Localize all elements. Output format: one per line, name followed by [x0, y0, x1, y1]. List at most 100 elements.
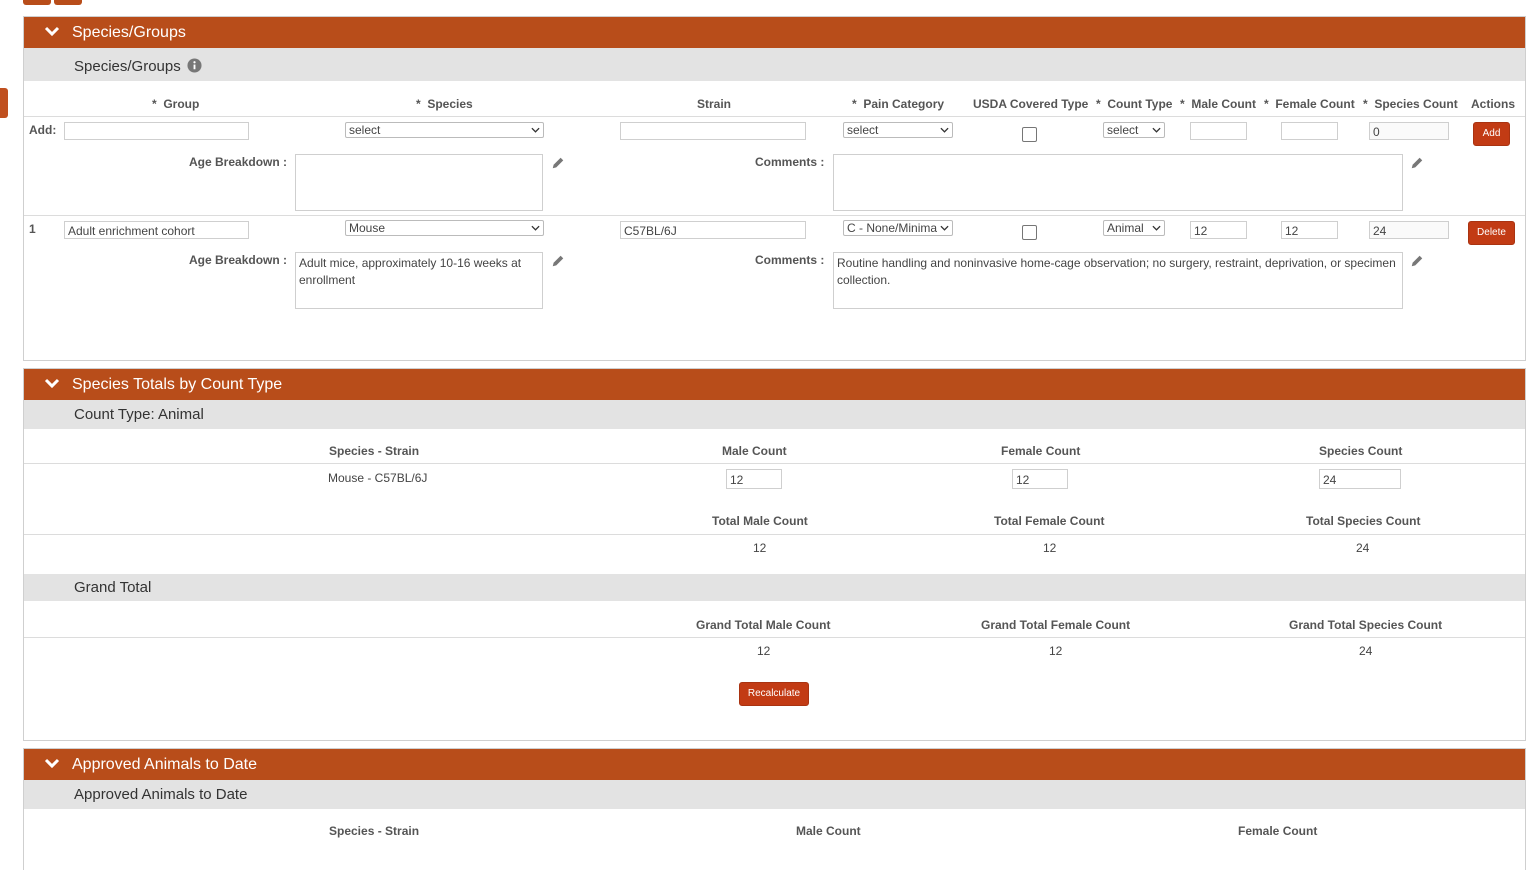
pencil-icon[interactable]: [1410, 254, 1424, 268]
grand-species-value: 24: [1359, 644, 1373, 658]
species-groups-header[interactable]: Species/Groups: [24, 17, 1525, 48]
row-count-type-select[interactable]: Animal: [1103, 220, 1165, 236]
species-count-field: 24: [1319, 469, 1401, 489]
add-strain-input[interactable]: [620, 122, 806, 140]
add-species-select[interactable]: select: [345, 122, 544, 138]
divider: [24, 116, 1525, 117]
add-comments-textarea[interactable]: [833, 154, 1403, 211]
col-species-strain: Species - Strain: [329, 444, 420, 458]
age-breakdown-label: Age Breakdown :: [189, 155, 288, 169]
chevron-down-icon[interactable]: [44, 377, 60, 391]
pencil-icon[interactable]: [1410, 156, 1424, 170]
add-species-count-input[interactable]: 0: [1369, 122, 1449, 140]
row-species-select[interactable]: Mouse: [345, 220, 544, 236]
col-female: Female Count: [1238, 824, 1318, 838]
col-pain-category: * Pain Category: [852, 97, 945, 111]
info-icon[interactable]: [187, 58, 202, 73]
col-male: Male Count: [722, 444, 787, 458]
delete-button[interactable]: Delete: [1468, 221, 1515, 245]
chevron-down-icon: [531, 224, 540, 232]
chevron-down-icon: [940, 126, 949, 134]
row-strain-input[interactable]: C57BL/6J: [620, 221, 806, 239]
subheader-title: Species/Groups: [74, 58, 181, 75]
row-comments-textarea[interactable]: Routine handling and noninvasive home-ca…: [833, 252, 1403, 309]
grand-total-title: Grand Total: [74, 579, 152, 596]
col-count-type: * Count Type: [1096, 97, 1173, 111]
divider: [24, 463, 1525, 464]
row-usda-checkbox[interactable]: [1022, 225, 1037, 240]
approved-animals-header[interactable]: Approved Animals to Date: [24, 749, 1525, 780]
col-group: * Group: [152, 97, 200, 111]
panel-title: Species Totals by Count Type: [72, 376, 283, 393]
row-female-input[interactable]: 12: [1281, 221, 1338, 239]
add-age-textarea[interactable]: [295, 154, 543, 211]
col-actions: Actions: [1471, 97, 1516, 111]
row-pain-select[interactable]: C - None/Minimal: [843, 220, 953, 236]
add-male-input[interactable]: [1190, 122, 1247, 140]
approved-subheader: Approved Animals to Date: [24, 780, 1525, 809]
pencil-icon[interactable]: [551, 254, 565, 268]
col-species-count: Species Count: [1319, 444, 1403, 458]
species-groups-panel: Species/Groups Species/Groups * Group * …: [23, 16, 1526, 361]
col-male: Male Count: [796, 824, 861, 838]
row-age-textarea[interactable]: Adult mice, approximately 10-16 weeks at…: [295, 252, 543, 309]
add-female-input[interactable]: [1281, 122, 1338, 140]
pencil-icon[interactable]: [551, 156, 565, 170]
comments-label: Comments :: [755, 155, 825, 169]
total-male-label: Total Male Count: [712, 514, 808, 528]
grand-male-value: 12: [757, 644, 771, 658]
add-pain-select[interactable]: select: [843, 122, 953, 138]
age-breakdown-label: Age Breakdown :: [189, 253, 288, 267]
col-usda: USDA Covered Type: [973, 97, 1089, 111]
col-species-count: * Species Count: [1363, 97, 1458, 111]
grand-female-label: Grand Total Female Count: [981, 618, 1131, 632]
species-strain-value: Mouse - C57BL/6J: [328, 471, 428, 485]
top-toolbar-button[interactable]: [23, 0, 51, 5]
chevron-down-icon[interactable]: [44, 757, 60, 771]
top-toolbar-button[interactable]: [54, 0, 82, 5]
chevron-down-icon: [940, 224, 949, 232]
chevron-down-icon: [1152, 126, 1161, 134]
divider: [24, 534, 1525, 535]
panel-title: Approved Animals to Date: [72, 756, 257, 773]
total-species-value: 24: [1356, 541, 1370, 555]
chevron-down-icon: [531, 126, 540, 134]
add-group-input[interactable]: [64, 122, 249, 140]
col-species: * Species: [416, 97, 473, 111]
grand-species-label: Grand Total Species Count: [1289, 618, 1443, 632]
side-tab[interactable]: [0, 88, 8, 118]
col-female: Female Count: [1001, 444, 1081, 458]
count-type-label: Count Type: Animal: [74, 406, 204, 423]
row-group-input[interactable]: Adult enrichment cohort: [64, 221, 249, 239]
row-male-input[interactable]: 12: [1190, 221, 1247, 239]
add-button[interactable]: Add: [1473, 122, 1510, 146]
row-species-count-input[interactable]: 24: [1369, 221, 1449, 239]
grand-total-subheader: Grand Total: [24, 574, 1525, 601]
divider: [24, 637, 1525, 638]
species-groups-subheader: Species/Groups: [24, 48, 1525, 81]
grand-male-label: Grand Total Male Count: [696, 618, 831, 632]
add-usda-checkbox[interactable]: [1022, 127, 1037, 142]
species-totals-panel: Species Totals by Count Type Count Type:…: [23, 368, 1526, 741]
panel-title: Species/Groups: [72, 24, 186, 41]
add-count-type-select[interactable]: select: [1103, 122, 1165, 138]
count-type-subheader: Count Type: Animal: [24, 400, 1525, 429]
total-female-value: 12: [1043, 541, 1057, 555]
row-index: 1: [29, 222, 36, 236]
male-count-field: 12: [726, 469, 782, 489]
chevron-down-icon[interactable]: [44, 25, 60, 39]
add-label: Add:: [29, 123, 57, 137]
comments-label: Comments :: [755, 253, 825, 267]
species-totals-header[interactable]: Species Totals by Count Type: [24, 369, 1525, 400]
total-female-label: Total Female Count: [994, 514, 1105, 528]
total-species-label: Total Species Count: [1306, 514, 1421, 528]
female-count-field: 12: [1012, 469, 1068, 489]
col-strain: Strain: [697, 97, 732, 111]
divider: [24, 215, 1525, 216]
chevron-down-icon: [1152, 224, 1161, 232]
recalculate-button[interactable]: Recalculate: [739, 682, 809, 706]
col-female: * Female Count: [1264, 97, 1355, 111]
col-species-strain: Species - Strain: [329, 824, 420, 838]
total-male-value: 12: [753, 541, 767, 555]
approved-subtitle: Approved Animals to Date: [74, 786, 248, 803]
